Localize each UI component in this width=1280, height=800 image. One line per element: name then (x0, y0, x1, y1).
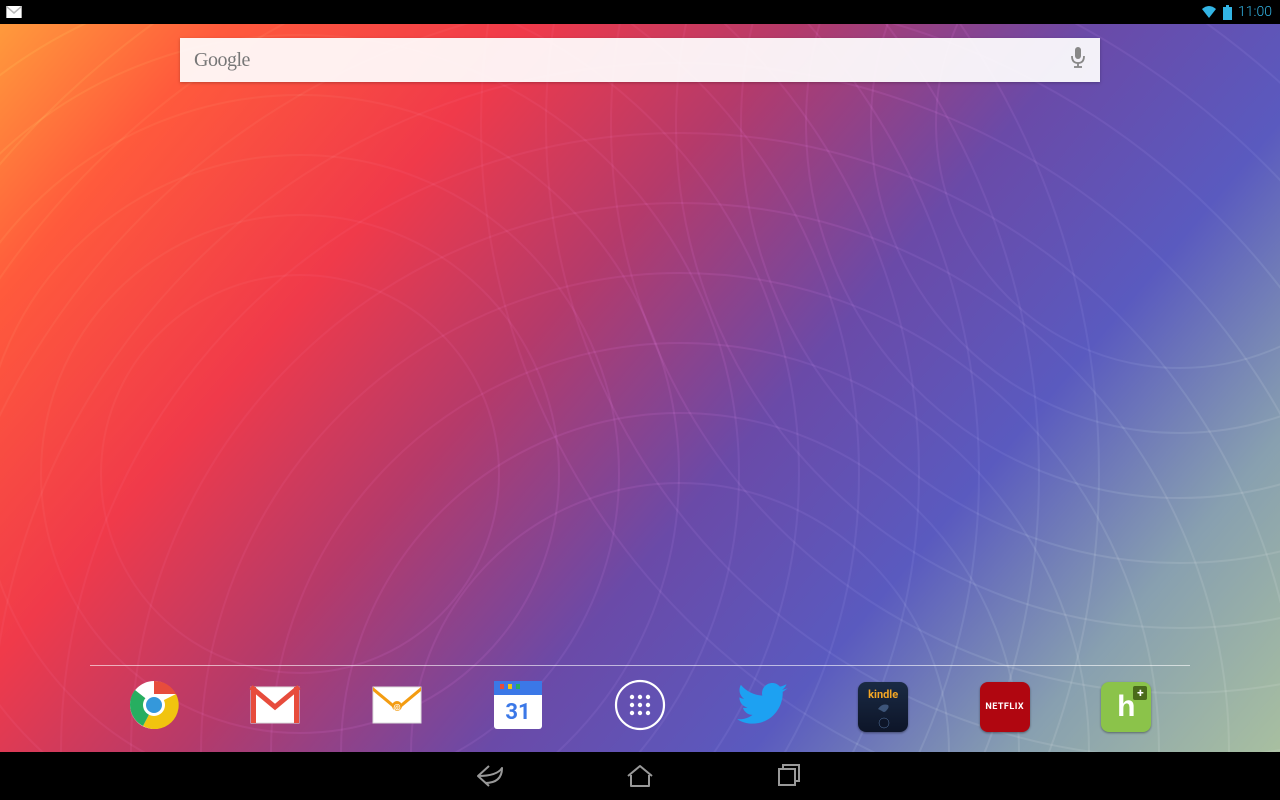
app-twitter[interactable] (734, 679, 790, 735)
gmail-icon (249, 685, 301, 729)
back-icon (475, 763, 505, 789)
twitter-icon (736, 683, 788, 731)
netflix-icon: NETFLIX (980, 682, 1030, 732)
dock-separator (90, 665, 1190, 666)
home-button[interactable] (620, 756, 660, 796)
recent-apps-icon (777, 763, 803, 789)
status-clock: 11:00 (1238, 4, 1272, 20)
calendar-icon: 31 (494, 681, 542, 733)
back-button[interactable] (470, 756, 510, 796)
app-gmail[interactable] (247, 679, 303, 735)
app-kindle[interactable]: kindle (855, 679, 911, 735)
app-email[interactable]: @ (369, 679, 425, 735)
home-icon (625, 763, 655, 789)
app-calendar[interactable]: 31 (490, 679, 546, 735)
voice-search-icon[interactable] (1070, 47, 1086, 73)
app-drawer-icon (614, 679, 666, 735)
hulu-plus-icon: h + (1101, 682, 1151, 732)
gmail-notification-icon (6, 6, 22, 18)
app-drawer-button[interactable] (612, 679, 668, 735)
svg-text:31: 31 (506, 700, 531, 725)
chrome-icon (129, 680, 179, 734)
google-search-widget[interactable]: Google (180, 38, 1100, 82)
recent-apps-button[interactable] (770, 756, 810, 796)
email-icon: @ (371, 685, 423, 729)
app-hulu-plus[interactable]: h + (1098, 679, 1154, 735)
google-logo: Google (194, 49, 250, 72)
kindle-icon: kindle (858, 682, 908, 732)
dock: @ 31 kin (0, 672, 1280, 742)
wallpaper[interactable] (0, 24, 1280, 752)
wifi-icon (1201, 5, 1217, 19)
navigation-bar (0, 752, 1280, 800)
battery-icon (1223, 5, 1232, 20)
app-chrome[interactable] (126, 679, 182, 735)
app-netflix[interactable]: NETFLIX (977, 679, 1033, 735)
svg-text:@: @ (393, 703, 400, 712)
status-bar[interactable]: 11:00 (0, 0, 1280, 24)
android-home-screen: 11:00 Google (0, 0, 1280, 800)
